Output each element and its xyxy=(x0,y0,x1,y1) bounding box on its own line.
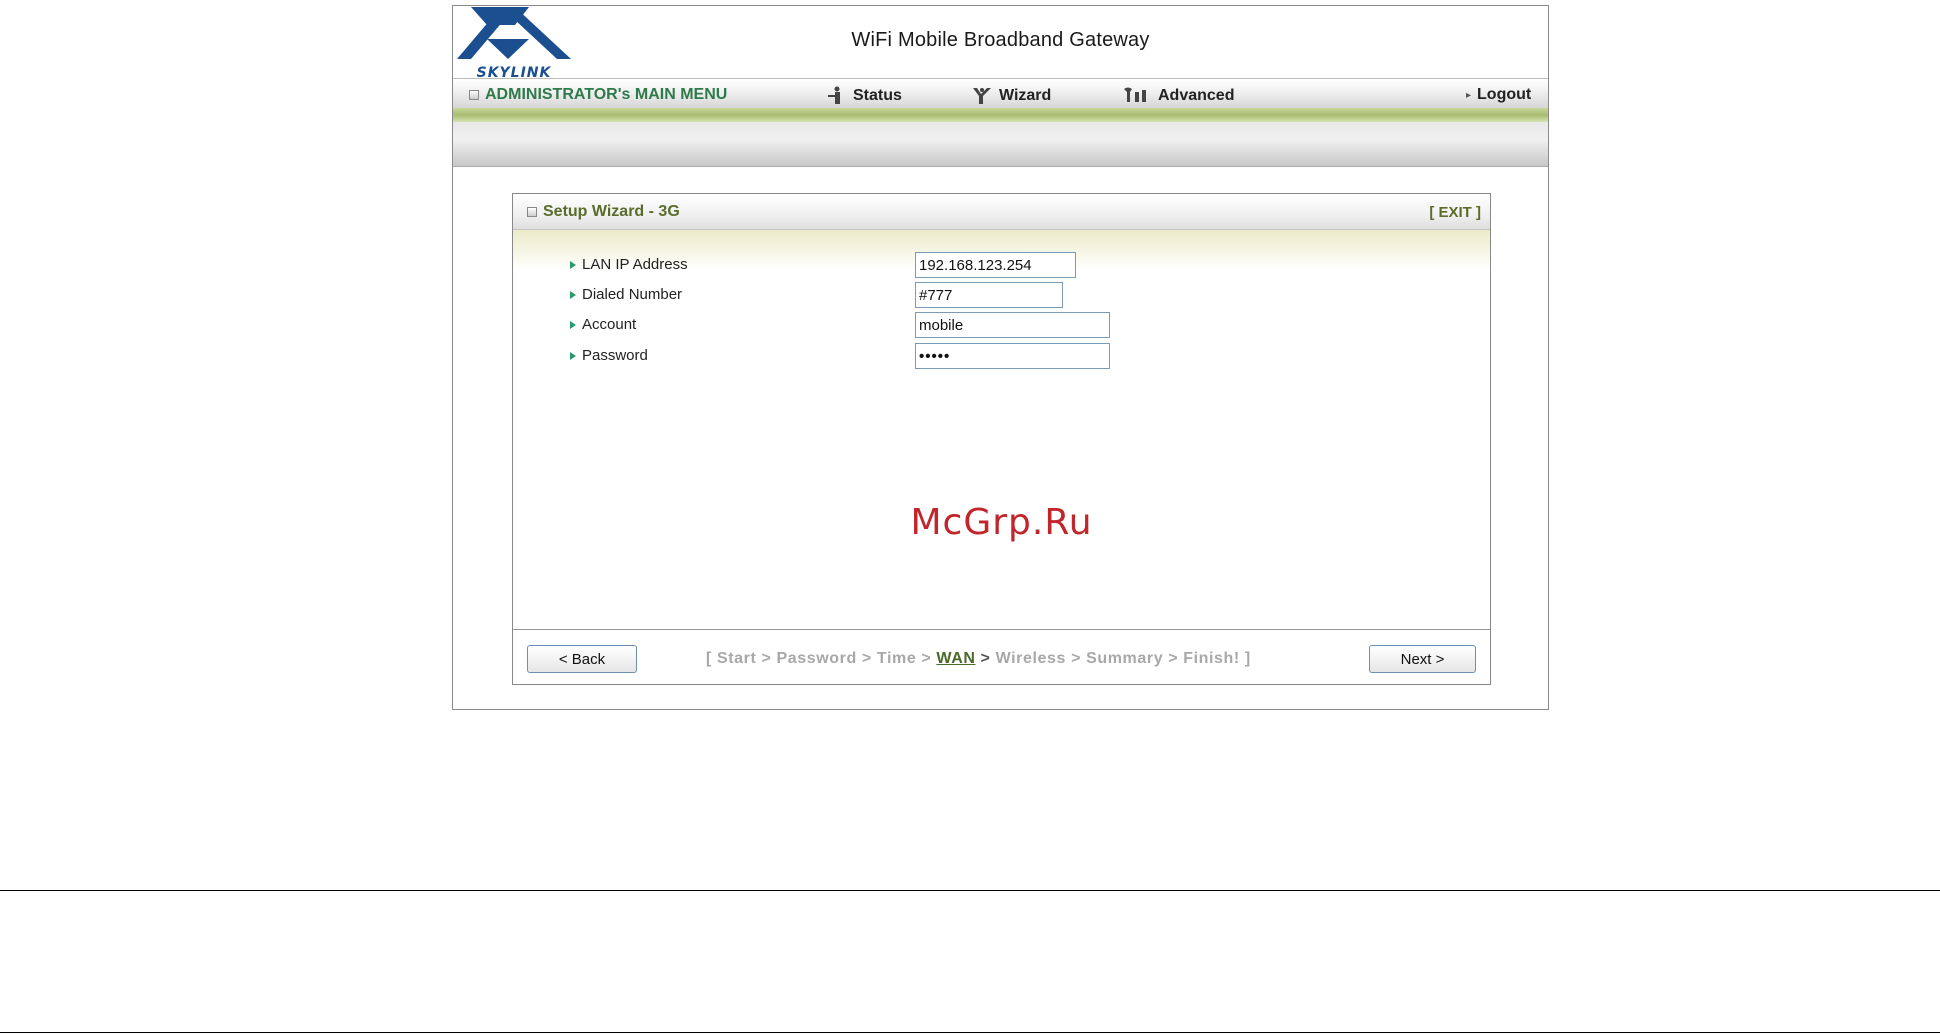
arrow-bullet-icon xyxy=(570,260,576,269)
menu-advanced[interactable]: Advanced xyxy=(1122,86,1234,106)
steps-completed: [ Start > Password > Time > xyxy=(706,650,937,667)
router-admin-frame: SKYLINK WiFi Mobile Broadband Gateway AD… xyxy=(452,5,1549,710)
menu-wizard[interactable]: Wizard xyxy=(971,86,1051,106)
arrow-bullet-icon xyxy=(570,320,576,329)
lan-ip-label: LAN IP Address xyxy=(570,256,688,273)
menu-logout[interactable]: ▸ Logout xyxy=(1466,86,1531,104)
field-row-lan-ip: LAN IP Address xyxy=(570,252,1470,278)
menu-wizard-label: Wizard xyxy=(999,87,1052,104)
wizard-icon xyxy=(973,88,991,104)
account-input[interactable] xyxy=(915,312,1110,338)
steps-remaining: Wireless > Summary > Finish! ] xyxy=(995,650,1251,667)
menu-logout-label: Logout xyxy=(1477,86,1532,103)
exit-link[interactable]: [ EXIT ] xyxy=(1429,204,1481,221)
menu-accent-bar xyxy=(453,108,1548,122)
main-menu-bar: ADMINISTRATOR's MAIN MENU Status Wizard xyxy=(453,78,1548,108)
submenu-bar xyxy=(453,122,1548,167)
panel-title: Setup Wizard - 3G xyxy=(527,203,680,221)
dialed-number-input[interactable] xyxy=(915,282,1063,308)
field-row-dialed-number: Dialed Number xyxy=(570,282,1470,308)
next-button[interactable]: Next > xyxy=(1369,645,1476,673)
back-button[interactable]: < Back xyxy=(527,645,637,673)
advanced-tools-icon xyxy=(1124,87,1146,102)
dialed-number-label: Dialed Number xyxy=(570,286,682,303)
status-person-icon xyxy=(828,86,840,104)
svg-text:SKYLINK: SKYLINK xyxy=(477,65,552,79)
page-title: WiFi Mobile Broadband Gateway xyxy=(851,29,1150,51)
step-separator: > xyxy=(975,650,996,667)
arrow-bullet-icon xyxy=(570,290,576,299)
page-divider-top xyxy=(0,890,1940,891)
account-label: Account xyxy=(570,316,636,333)
menu-status-label: Status xyxy=(853,87,902,104)
bullet-square-icon xyxy=(469,90,479,100)
admin-main-menu-link[interactable]: ADMINISTRATOR's MAIN MENU xyxy=(469,86,727,104)
field-row-password: Password xyxy=(570,343,1470,369)
bullet-square-icon xyxy=(527,207,537,217)
panel-header: Setup Wizard - 3G [ EXIT ] xyxy=(513,194,1490,230)
page-divider-bottom xyxy=(0,1032,1940,1033)
header: SKYLINK WiFi Mobile Broadband Gateway xyxy=(453,6,1548,81)
admin-menu-label: ADMINISTRATOR's MAIN MENU xyxy=(485,86,728,103)
field-row-account: Account xyxy=(570,312,1470,338)
panel-footer: < Back [ Start > Password > Time > WAN >… xyxy=(513,629,1490,685)
menu-status[interactable]: Status xyxy=(827,86,902,106)
step-current-wan: WAN xyxy=(936,650,976,667)
arrow-bullet-icon xyxy=(570,351,576,360)
arrow-right-icon: ▸ xyxy=(1466,89,1472,101)
setup-wizard-panel: Setup Wizard - 3G [ EXIT ] LAN IP Addres… xyxy=(512,193,1491,685)
password-input[interactable] xyxy=(915,343,1110,369)
password-label: Password xyxy=(570,347,648,364)
watermark-text: McGrp.Ru xyxy=(910,502,1093,543)
lan-ip-input[interactable] xyxy=(915,252,1076,278)
wizard-steps-breadcrumb: [ Start > Password > Time > WAN > Wirele… xyxy=(706,650,1251,668)
menu-advanced-label: Advanced xyxy=(1158,87,1235,104)
